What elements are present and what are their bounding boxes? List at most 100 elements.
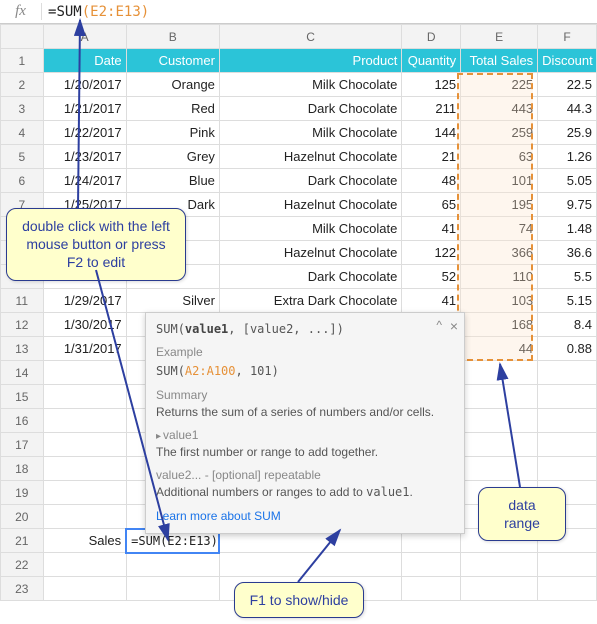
cell[interactable] <box>43 553 126 577</box>
cell[interactable]: 195 <box>461 193 538 217</box>
cell[interactable]: 1/29/2017 <box>43 289 126 313</box>
row-header[interactable]: 17 <box>1 433 44 457</box>
row-header[interactable]: 6 <box>1 169 44 193</box>
cell[interactable]: 44 <box>461 337 538 361</box>
row-header[interactable]: 22 <box>1 553 44 577</box>
row-header[interactable]: 5 <box>1 145 44 169</box>
cell[interactable]: 25.9 <box>538 121 597 145</box>
cell[interactable]: 5.05 <box>538 169 597 193</box>
cell[interactable] <box>126 553 219 577</box>
cell[interactable] <box>43 577 126 601</box>
cell[interactable]: 1/23/2017 <box>43 145 126 169</box>
cell[interactable]: 1/22/2017 <box>43 121 126 145</box>
cell[interactable] <box>538 457 597 481</box>
select-all[interactable] <box>1 25 44 49</box>
cell[interactable]: 48 <box>402 169 461 193</box>
cell[interactable] <box>461 361 538 385</box>
close-icon[interactable]: × <box>450 317 458 337</box>
row-header[interactable]: 21 <box>1 529 44 553</box>
cell[interactable] <box>43 481 126 505</box>
cell[interactable]: 44.3 <box>538 97 597 121</box>
cell[interactable]: Blue <box>126 169 219 193</box>
cell[interactable]: 41 <box>402 289 461 313</box>
cell[interactable]: 103 <box>461 289 538 313</box>
formula-input[interactable]: =SUM(E2:E13) <box>42 4 149 20</box>
cell[interactable]: Dark Chocolate <box>219 97 401 121</box>
row-header[interactable]: 4 <box>1 121 44 145</box>
cell[interactable] <box>538 433 597 457</box>
cell[interactable] <box>461 457 538 481</box>
cell[interactable]: 125 <box>402 73 461 97</box>
cell[interactable]: Hazelnut Chocolate <box>219 241 401 265</box>
col-header-d[interactable]: D <box>402 25 461 49</box>
cell[interactable]: 1/24/2017 <box>43 169 126 193</box>
row-header[interactable]: 16 <box>1 409 44 433</box>
cell[interactable]: 225 <box>461 73 538 97</box>
cell[interactable]: 65 <box>402 193 461 217</box>
cell[interactable] <box>538 385 597 409</box>
cell[interactable]: Orange <box>126 73 219 97</box>
row-header[interactable]: 14 <box>1 361 44 385</box>
cell[interactable]: 110 <box>461 265 538 289</box>
cell[interactable]: Quantity <box>402 49 461 73</box>
cell[interactable]: 22.5 <box>538 73 597 97</box>
cell[interactable] <box>538 553 597 577</box>
cell[interactable]: Milk Chocolate <box>219 121 401 145</box>
cell[interactable]: Grey <box>126 145 219 169</box>
row-header[interactable]: 1 <box>1 49 44 73</box>
learn-more-link[interactable]: Learn more about SUM <box>156 508 454 525</box>
cell[interactable]: 1/21/2017 <box>43 97 126 121</box>
row-header[interactable]: 18 <box>1 457 44 481</box>
cell[interactable]: 168 <box>461 313 538 337</box>
row-header[interactable]: 19 <box>1 481 44 505</box>
fx-icon[interactable]: fx <box>0 3 42 20</box>
cell[interactable]: Product <box>219 49 401 73</box>
cell[interactable]: Hazelnut Chocolate <box>219 193 401 217</box>
cell[interactable]: Milk Chocolate <box>219 73 401 97</box>
col-header-c[interactable]: C <box>219 25 401 49</box>
cell[interactable]: 41 <box>402 217 461 241</box>
cell[interactable]: 122 <box>402 241 461 265</box>
cell[interactable]: Pink <box>126 121 219 145</box>
cell[interactable]: 1.26 <box>538 145 597 169</box>
cell[interactable]: Sales <box>43 529 126 553</box>
cell[interactable]: 366 <box>461 241 538 265</box>
row-header[interactable]: 12 <box>1 313 44 337</box>
row-header[interactable]: 2 <box>1 73 44 97</box>
cell[interactable]: 63 <box>461 145 538 169</box>
row-header[interactable]: 20 <box>1 505 44 529</box>
col-header-a[interactable]: A <box>43 25 126 49</box>
cell[interactable]: 0.88 <box>538 337 597 361</box>
col-header-b[interactable]: B <box>126 25 219 49</box>
cell[interactable]: Dark Chocolate <box>219 265 401 289</box>
cell[interactable]: Date <box>43 49 126 73</box>
cell[interactable]: Milk Chocolate <box>219 217 401 241</box>
row-header[interactable]: 23 <box>1 577 44 601</box>
cell[interactable] <box>538 577 597 601</box>
cell[interactable]: Red <box>126 97 219 121</box>
cell[interactable]: Dark Chocolate <box>219 169 401 193</box>
cell[interactable] <box>402 577 461 601</box>
cell[interactable]: 211 <box>402 97 461 121</box>
cell[interactable] <box>43 433 126 457</box>
cell[interactable]: 1.48 <box>538 217 597 241</box>
cell[interactable]: Discount <box>538 49 597 73</box>
cell[interactable] <box>43 361 126 385</box>
cell[interactable]: Hazelnut Chocolate <box>219 145 401 169</box>
cell[interactable] <box>126 577 219 601</box>
cell[interactable] <box>461 433 538 457</box>
row-header[interactable]: 11 <box>1 289 44 313</box>
cell[interactable]: 52 <box>402 265 461 289</box>
cell[interactable]: 1/31/2017 <box>43 337 126 361</box>
cell[interactable]: 36.6 <box>538 241 597 265</box>
cell[interactable]: 5.15 <box>538 289 597 313</box>
cell[interactable]: 8.4 <box>538 313 597 337</box>
collapse-icon[interactable]: ^ <box>436 317 442 334</box>
cell[interactable] <box>43 409 126 433</box>
row-header[interactable]: 13 <box>1 337 44 361</box>
cell[interactable] <box>43 385 126 409</box>
cell[interactable]: 259 <box>461 121 538 145</box>
cell[interactable] <box>43 457 126 481</box>
cell[interactable]: 21 <box>402 145 461 169</box>
cell[interactable]: 1/30/2017 <box>43 313 126 337</box>
